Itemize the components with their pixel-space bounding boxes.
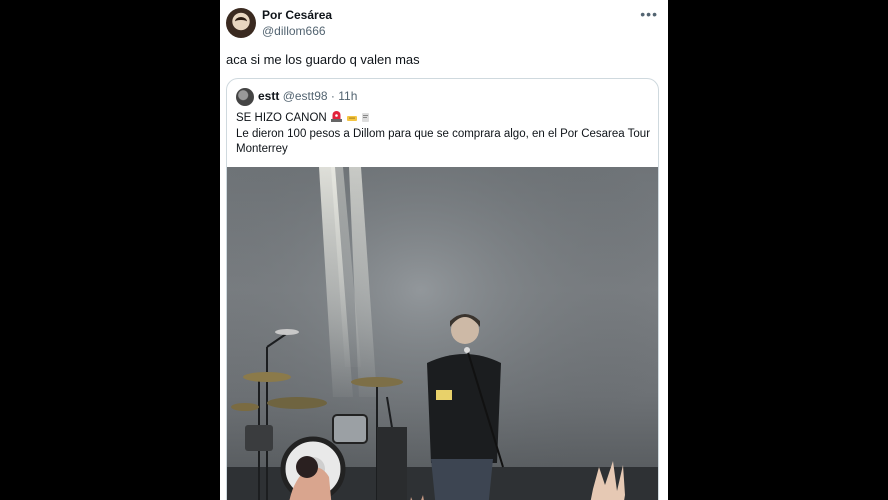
more-options-icon[interactable]: ••• [640,6,658,22]
separator-dot: · [330,89,335,103]
author-avatar[interactable] [226,8,256,38]
dollar-emoji-icon [362,113,370,122]
concert-photo[interactable] [227,167,658,500]
quoted-header: estt @estt98 · 11h [258,89,357,103]
author-name[interactable]: Por Cesárea [262,8,332,22]
quoted-tweet[interactable]: estt @estt98 · 11h SE HIZO CANON Le dier… [226,78,659,500]
quoted-line-1: SE HIZO CANON [236,112,327,124]
concert-photo-graphic [227,167,658,500]
tweet-card: Por Cesárea @dillom666 ••• aca si me los… [220,0,668,500]
quoted-author-name[interactable]: estt [258,89,279,103]
tweet-text: aca si me los guardo q valen mas [226,52,420,67]
quoted-author-handle[interactable]: @estt98 [283,89,328,103]
receipt-emoji-icon [347,116,358,121]
author-handle[interactable]: @dillom666 [262,24,326,38]
quoted-line-2: Le dieron 100 pesos a Dillom para que se… [236,127,651,156]
siren-emoji-icon [330,111,342,122]
quoted-time[interactable]: 11h [338,89,357,103]
quoted-text: SE HIZO CANON Le dieron 100 pesos a Dill… [236,110,651,158]
quoted-author-avatar[interactable] [236,88,254,106]
